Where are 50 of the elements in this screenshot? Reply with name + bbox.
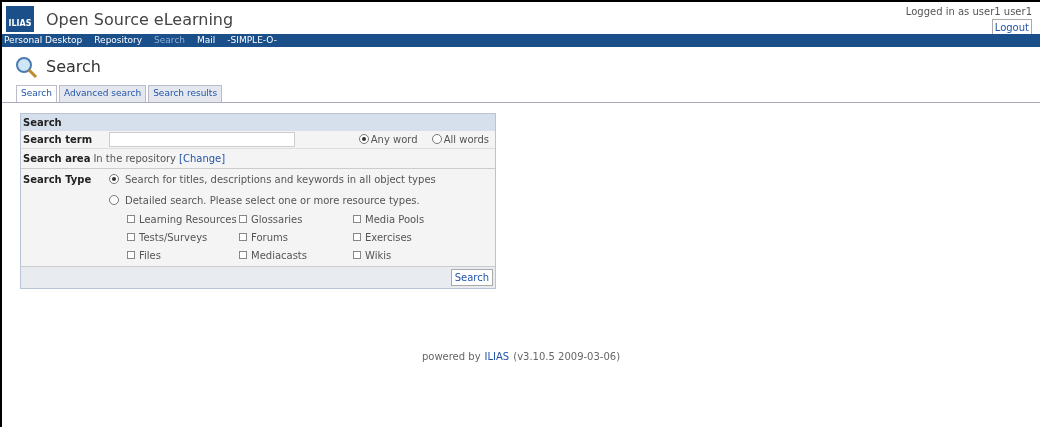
search-icon	[14, 55, 38, 79]
nav-link[interactable]: -SIMPLE-O-	[227, 36, 277, 45]
field-label: Search term	[23, 132, 94, 147]
checkbox[interactable]	[127, 251, 135, 259]
checkbox[interactable]	[353, 251, 361, 259]
checkbox-label: Wikis	[365, 248, 392, 263]
change-link[interactable]: [Change]	[179, 150, 226, 166]
checkbox-label: Mediacasts	[251, 248, 307, 263]
tab[interactable]: Advanced search	[58, 85, 147, 102]
radio-label: Search for titles, descriptions and keywords in all object types	[125, 172, 436, 187]
tab[interactable]: Search	[16, 85, 57, 102]
logo: ILIAS	[6, 6, 34, 32]
section-header: Search	[21, 113, 495, 131]
search-button[interactable]: Search	[450, 268, 493, 286]
checkbox[interactable]	[127, 215, 135, 223]
radio-label: Detailed search. Please select one or more resource types.	[125, 193, 420, 208]
field-label: Search area	[23, 151, 91, 166]
field-label: Search Type	[23, 172, 93, 187]
search-term-field[interactable]	[109, 131, 295, 147]
search-area-value: In the repository	[93, 151, 177, 166]
checkbox-label: Media Pools	[365, 212, 425, 227]
radio-button[interactable]	[109, 195, 119, 205]
checkbox[interactable]	[239, 215, 247, 223]
nav-link[interactable]: Mail	[197, 36, 216, 45]
checkbox[interactable]	[239, 251, 247, 259]
checkbox[interactable]	[353, 233, 361, 241]
radio-button[interactable]	[358, 134, 369, 144]
nav-link[interactable]: Repository	[94, 36, 143, 45]
radio-label: All words	[443, 132, 489, 147]
site-title: Open Source eLearning	[46, 9, 234, 31]
nav-link[interactable]: Personal Desktop	[4, 36, 83, 45]
checkbox-label: Exercises	[365, 230, 412, 245]
checkbox-label: Forums	[251, 230, 288, 245]
login-status: Logged in as user1 user1	[905, 5, 1032, 19]
checkbox[interactable]	[353, 215, 361, 223]
version-text: (v3.10.5 2009-03-06)	[513, 349, 621, 364]
checkbox[interactable]	[127, 233, 135, 241]
tab[interactable]: Search results	[148, 85, 223, 102]
radio-button[interactable]	[109, 174, 119, 184]
nav-link[interactable]: Search	[154, 36, 186, 45]
checkbox-label: Learning Resources	[139, 212, 237, 227]
radio-label: Any word	[370, 132, 418, 147]
checkbox[interactable]	[239, 233, 247, 241]
ilias-link[interactable]: ILIAS	[484, 348, 510, 364]
radio-button[interactable]	[431, 134, 442, 144]
page-title: Search	[46, 56, 101, 78]
checkbox-label: Glossaries	[251, 212, 303, 227]
checkbox-label: Files	[139, 248, 161, 263]
checkbox-label: Tests/Surveys	[139, 230, 208, 245]
footer-text: powered by	[421, 349, 481, 364]
